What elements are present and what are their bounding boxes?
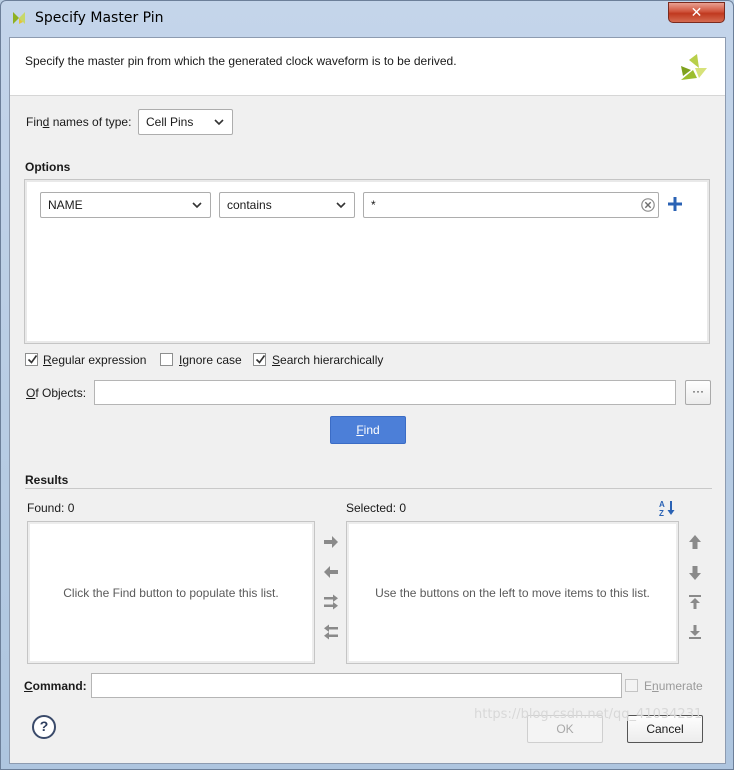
enumerate-checkbox[interactable] — [625, 679, 638, 692]
help-icon[interactable]: ? — [32, 715, 56, 739]
regex-checkbox[interactable] — [25, 353, 38, 366]
move-to-top-icon[interactable] — [688, 594, 702, 610]
operator-select[interactable]: contains — [219, 192, 355, 218]
ignore-case-label: Ignore case — [179, 353, 242, 367]
find-type-value: Cell Pins — [146, 115, 194, 129]
selected-count: Selected: 0 — [346, 501, 407, 515]
move-down-icon[interactable] — [688, 565, 702, 581]
chevron-down-icon — [336, 202, 346, 209]
command-input[interactable] — [91, 673, 622, 698]
chevron-down-icon — [192, 202, 202, 209]
move-all-left-icon[interactable] — [323, 624, 339, 640]
found-count: Found: 0 — [27, 501, 75, 515]
enumerate-label: Enumerate — [644, 679, 703, 693]
selected-empty-text: Use the buttons on the left to move item… — [375, 586, 650, 600]
move-all-right-icon[interactable] — [323, 594, 339, 610]
dialog-client: Specify the master pin from which the ge… — [9, 37, 726, 764]
selected-list[interactable]: Use the buttons on the left to move item… — [346, 521, 679, 664]
find-type-label: Find names of type: — [26, 115, 132, 129]
sort-az-icon[interactable]: A Z — [658, 499, 676, 517]
add-condition-icon[interactable] — [667, 196, 683, 212]
check-icon — [27, 355, 38, 364]
svg-text:Z: Z — [659, 509, 664, 517]
close-button[interactable]: ✕ — [668, 2, 725, 23]
property-value: NAME — [48, 198, 83, 212]
title-bar[interactable]: Specify Master Pin ✕ — [1, 1, 733, 37]
results-divider — [25, 488, 712, 489]
results-heading: Results — [25, 473, 69, 487]
of-objects-label: Of Objects: — [26, 386, 87, 400]
ignore-case-checkbox[interactable] — [160, 353, 173, 366]
check-icon — [255, 355, 266, 364]
clear-icon[interactable] — [641, 198, 655, 212]
browse-objects-button[interactable]: ··· — [685, 380, 711, 405]
search-hierarchically-checkbox[interactable] — [253, 353, 266, 366]
pattern-input[interactable]: * — [363, 192, 659, 218]
move-right-icon[interactable] — [323, 535, 339, 549]
dialog-window: Specify Master Pin ✕ Specify the master … — [0, 0, 734, 770]
found-empty-text: Click the Find button to populate this l… — [63, 586, 279, 600]
chevron-down-icon — [214, 119, 224, 126]
move-to-bottom-icon[interactable] — [688, 624, 702, 640]
command-label: Command: — [24, 679, 87, 693]
regex-label: Regular expression — [43, 353, 147, 367]
move-up-icon[interactable] — [688, 534, 702, 550]
window-title: Specify Master Pin — [35, 10, 164, 26]
options-heading: Options — [25, 160, 71, 174]
move-left-icon[interactable] — [323, 565, 339, 579]
property-select[interactable]: NAME — [40, 192, 211, 218]
options-panel: NAME contains * — [24, 179, 710, 344]
vivado-logo-icon — [13, 12, 25, 24]
find-button[interactable]: Find — [330, 416, 406, 444]
operator-value: contains — [227, 198, 272, 212]
header-band: Specify the master pin from which the ge… — [10, 38, 725, 96]
search-hierarchically-label: Search hierarchically — [272, 353, 384, 367]
find-type-select[interactable]: Cell Pins — [138, 109, 233, 135]
xilinx-logo-icon — [681, 54, 707, 80]
header-description: Specify the master pin from which the ge… — [25, 54, 457, 68]
svg-text:A: A — [659, 500, 665, 509]
watermark: https://blog.csdn.net/qq_41034231 — [474, 707, 703, 722]
of-objects-input[interactable] — [94, 380, 676, 405]
found-list[interactable]: Click the Find button to populate this l… — [27, 521, 315, 664]
pattern-value: * — [371, 198, 376, 212]
